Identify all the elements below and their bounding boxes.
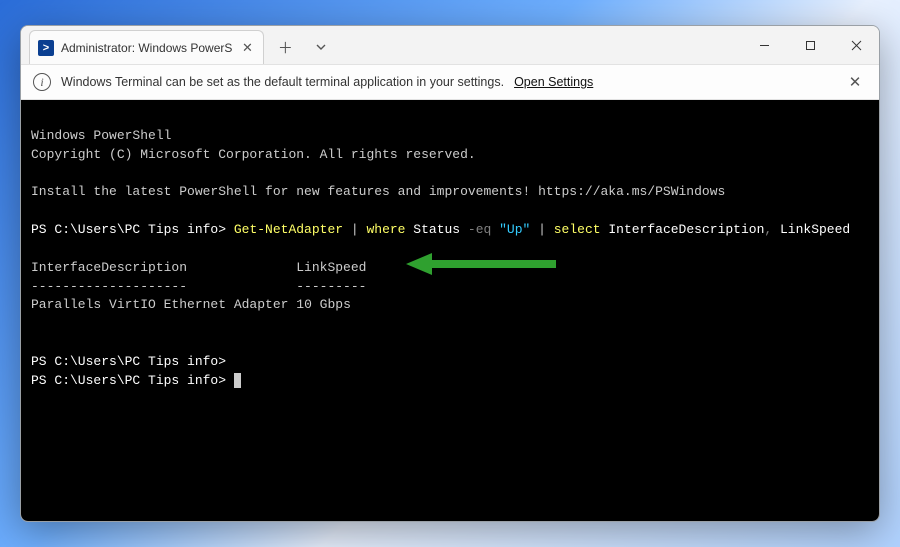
cmd-token: select — [554, 222, 601, 237]
new-tab-button[interactable]: ＋ — [270, 32, 300, 62]
cmd-token: Status — [405, 222, 467, 237]
cmd-token: "Up" — [491, 222, 530, 237]
tab-powershell[interactable]: > Administrator: Windows PowerS ✕ — [29, 30, 264, 64]
minimize-icon — [759, 40, 770, 51]
cmd-token: LinkSpeed — [772, 222, 850, 237]
info-icon: i — [33, 73, 51, 91]
powershell-icon: > — [38, 40, 54, 56]
tab-dropdown-button[interactable] — [306, 32, 336, 62]
row-value: Parallels VirtIO Ethernet Adapter — [31, 297, 288, 312]
cmd-token: InterfaceDescription — [601, 222, 765, 237]
prompt: PS C:\Users\PC Tips info> — [31, 373, 234, 388]
info-close-button[interactable]: ✕ — [843, 70, 867, 94]
prompt: PS C:\Users\PC Tips info> — [31, 222, 234, 237]
prompt: PS C:\Users\PC Tips info> — [31, 354, 226, 369]
col-header: LinkSpeed — [296, 260, 366, 275]
cmd-token: | — [343, 222, 366, 237]
close-icon — [851, 40, 862, 51]
row-value: 10 Gbps — [296, 297, 351, 312]
annotation-arrow-icon — [406, 250, 566, 278]
cursor — [234, 373, 241, 388]
maximize-icon — [805, 40, 816, 51]
col-header: InterfaceDescription — [31, 260, 187, 275]
terminal-pane[interactable]: Windows PowerShell Copyright (C) Microso… — [21, 100, 879, 521]
info-bar: i Windows Terminal can be set as the def… — [21, 64, 879, 100]
app-window: > Administrator: Windows PowerS ✕ ＋ i Wi… — [20, 25, 880, 522]
tab-title: Administrator: Windows PowerS — [61, 41, 232, 55]
titlebar: > Administrator: Windows PowerS ✕ ＋ — [21, 26, 879, 64]
col-divider: --------- — [296, 279, 366, 294]
tab-actions: ＋ — [270, 26, 336, 64]
open-settings-link[interactable]: Open Settings — [514, 75, 593, 89]
terminal-line: Install the latest PowerShell for new fe… — [31, 184, 725, 199]
cmd-token: -eq — [468, 222, 491, 237]
terminal-line: Copyright (C) Microsoft Corporation. All… — [31, 147, 476, 162]
cmd-token: where — [366, 222, 405, 237]
cmd-token: Get-NetAdapter — [234, 222, 343, 237]
terminal-line: Windows PowerShell — [31, 128, 171, 143]
chevron-down-icon — [315, 41, 327, 53]
cmd-token: | — [530, 222, 553, 237]
tab-close-button[interactable]: ✕ — [239, 40, 255, 56]
info-message: Windows Terminal can be set as the defau… — [61, 75, 504, 89]
minimize-button[interactable] — [741, 26, 787, 64]
close-button[interactable] — [833, 26, 879, 64]
window-controls — [741, 26, 879, 64]
maximize-button[interactable] — [787, 26, 833, 64]
col-divider: -------------------- — [31, 279, 187, 294]
